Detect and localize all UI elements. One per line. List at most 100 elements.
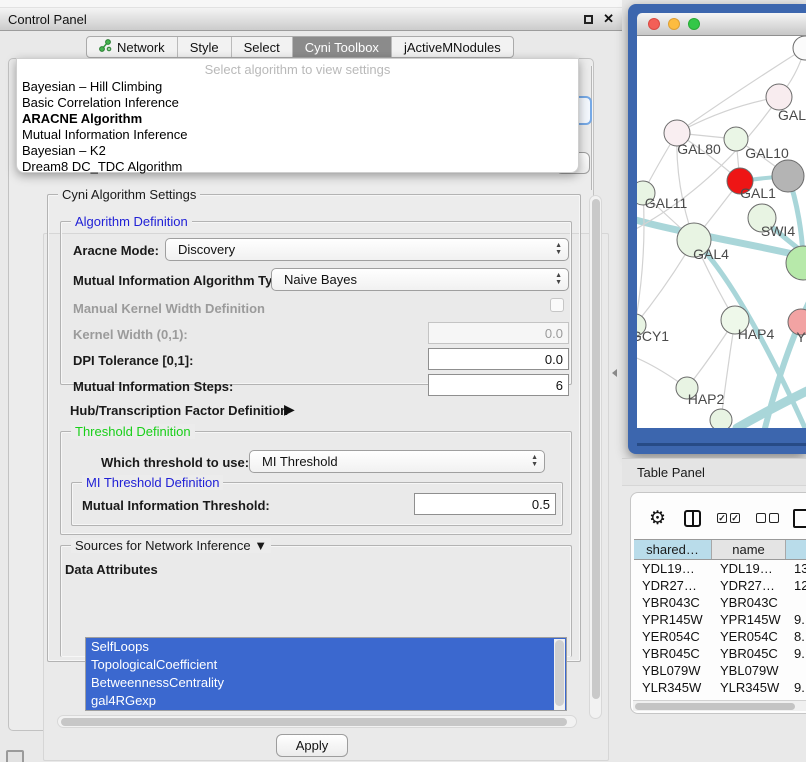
tab-jactivemnodules[interactable]: jActiveMNodules [392,37,513,57]
network-node[interactable] [793,36,806,60]
network-node-label: GCY1 [637,328,669,344]
network-node-label: Y [796,329,806,345]
attr-list-scrollbar[interactable] [554,639,565,711]
select-all-icon[interactable]: ✓✓ [717,513,740,523]
table-row[interactable]: YLR345WYLR345W9. [634,679,806,696]
mi-threshold-field[interactable] [414,493,556,515]
manual-kernel-label: Manual Kernel Width Definition [73,301,265,316]
network-node-label: GAL10 [745,145,789,161]
table-row[interactable]: YDL19…YDL19…13 [634,560,806,577]
algorithm-dropdown-placeholder: Select algorithm to view settings [17,62,578,79]
threshold-definition-title: Threshold Definition [71,424,195,439]
mi-steps-field[interactable] [428,374,569,396]
collapse-down-icon[interactable]: ▼ [254,538,267,553]
zoom-traffic-icon[interactable] [688,18,700,30]
table-hscroll-thumb[interactable] [635,703,795,710]
network-edge [637,193,644,325]
network-canvas[interactable]: GALGAL80GAL10GAL1GAL11SWI4GAL4GCY1HAP4YH… [637,36,806,428]
close-traffic-icon[interactable] [648,18,660,30]
network-node[interactable] [772,160,804,192]
table-row[interactable]: YDR27…YDR27…12 [634,577,806,594]
algorithm-option-bayesian-k2[interactable]: Bayesian – K2 [17,143,578,159]
table-hscrollbar[interactable] [633,700,806,711]
sources-title: Sources for Network Inference ▼ [71,538,271,553]
mi-threshold-label: Mutual Information Threshold: [82,498,270,513]
table-cell: YBR043C [712,594,786,611]
attr-list-scroll-thumb[interactable] [555,640,564,706]
column-header-shared[interactable]: shared… [634,540,712,559]
deselect-all-icon[interactable] [756,513,779,523]
tab-label: Cyni Toolbox [305,40,379,55]
mini-button[interactable] [6,750,24,762]
algorithm-dropdown: Select algorithm to view settings Bayesi… [16,58,579,173]
algorithm-option-aracne-algorithm[interactable]: ARACNE Algorithm [17,111,578,127]
expand-right-icon[interactable]: ▶ [284,401,295,418]
attribute-item-betweennesscentrality[interactable]: BetweennessCentrality [86,674,566,692]
settings-vscrollbar[interactable] [589,195,602,719]
document-icon[interactable] [793,509,806,528]
attribute-item-topologicalcoefficient[interactable]: TopologicalCoefficient [86,656,566,674]
aracne-mode-combo[interactable]: Discovery ▲▼ [165,238,569,261]
network-node-label: HAP4 [738,326,775,342]
aracne-mode-label: Aracne Mode: [73,243,159,258]
settings-hscrollbar[interactable] [57,715,577,728]
manual-kernel-checkbox[interactable] [550,298,564,312]
control-panel-titlebar: Control Panel ✕ [0,8,622,31]
attribute-item-gal4rgexp[interactable]: gal4RGexp [86,692,566,710]
column-header-a[interactable]: A [786,540,806,559]
algorithm-dropdown-items: Bayesian – Hill ClimbingBasic Correlatio… [17,79,578,175]
splitter-collapse-arrow[interactable] [612,369,617,377]
algorithm-option-basic-correlation-inference[interactable]: Basic Correlation Inference [17,95,578,111]
attribute-item-selfloops[interactable]: SelfLoops [86,638,566,656]
mi-threshold-group: MI Threshold Definition Mutual Informati… [71,482,563,526]
table-cell: YDL19… [634,560,712,577]
dpi-tolerance-field[interactable] [428,348,569,370]
apply-button[interactable]: Apply [276,734,348,757]
tab-select[interactable]: Select [232,37,293,57]
settings-vscroll-thumb[interactable] [592,199,600,699]
mi-type-combo[interactable]: Naive Bayes ▲▼ [271,268,569,291]
table-cell [786,662,806,679]
table-row[interactable]: YBR043CYBR043C [634,594,806,611]
minimize-traffic-icon[interactable] [668,18,680,30]
table-header-row: shared…nameA [634,539,806,560]
table-cell: YDR27… [634,577,712,594]
columns-icon[interactable] [684,510,701,527]
table-row[interactable]: YBR045CYBR045C9. [634,645,806,662]
table-row[interactable]: YBL079WYBL079W [634,662,806,679]
float-icon[interactable] [584,15,593,24]
table-row[interactable]: YER054CYER054C8. [634,628,806,645]
network-node-label: GAL4 [693,246,729,262]
kernel-width-field[interactable] [428,322,569,344]
which-threshold-combo[interactable]: MI Threshold ▲▼ [249,450,545,473]
network-graph: GALGAL80GAL10GAL1GAL11SWI4GAL4GCY1HAP4YH… [637,36,806,428]
table-cell: YBR045C [712,645,786,662]
stepper-icon: ▲▼ [555,272,562,286]
tab-network[interactable]: Network [87,37,178,57]
gear-icon[interactable]: ⚙ [649,507,666,530]
tab-style[interactable]: Style [178,37,232,57]
table-cell: 8. [786,628,806,645]
mi-type-value: Naive Bayes [284,272,357,287]
column-header-name[interactable]: name [712,540,786,559]
data-attributes-list[interactable]: SelfLoopsTopologicalCoefficientBetweenne… [85,637,567,711]
table-cell: YER054C [712,628,786,645]
table-cell: YBL079W [634,662,712,679]
algorithm-option-bayesian-hill-climbing[interactable]: Bayesian – Hill Climbing [17,79,578,95]
network-window-titlebar [637,13,806,36]
table-cell: YBR043C [634,594,712,611]
algorithm-option-dream8-dc-tdc-algorithm[interactable]: Dream8 DC_TDC Algorithm [17,159,578,175]
network-node[interactable] [710,409,732,428]
tab-label: Style [190,40,219,55]
hub-definition-label[interactable]: Hub/Transcription Factor Definition [70,403,288,418]
algorithm-option-mutual-information-inference[interactable]: Mutual Information Inference [17,127,578,143]
network-node-label: GAL1 [740,185,776,201]
close-icon[interactable]: ✕ [603,11,614,27]
tab-cyni-toolbox[interactable]: Cyni Toolbox [293,37,392,57]
tab-label: jActiveMNodules [404,40,501,55]
table-cell: YBR045C [634,645,712,662]
settings-hscroll-thumb[interactable] [61,718,567,726]
table-cell: YLR345W [712,679,786,696]
node-table[interactable]: shared…nameA YDL19…YDL19…13YDR27…YDR27…1… [634,539,806,713]
table-row[interactable]: YPR145WYPR145W9. [634,611,806,628]
